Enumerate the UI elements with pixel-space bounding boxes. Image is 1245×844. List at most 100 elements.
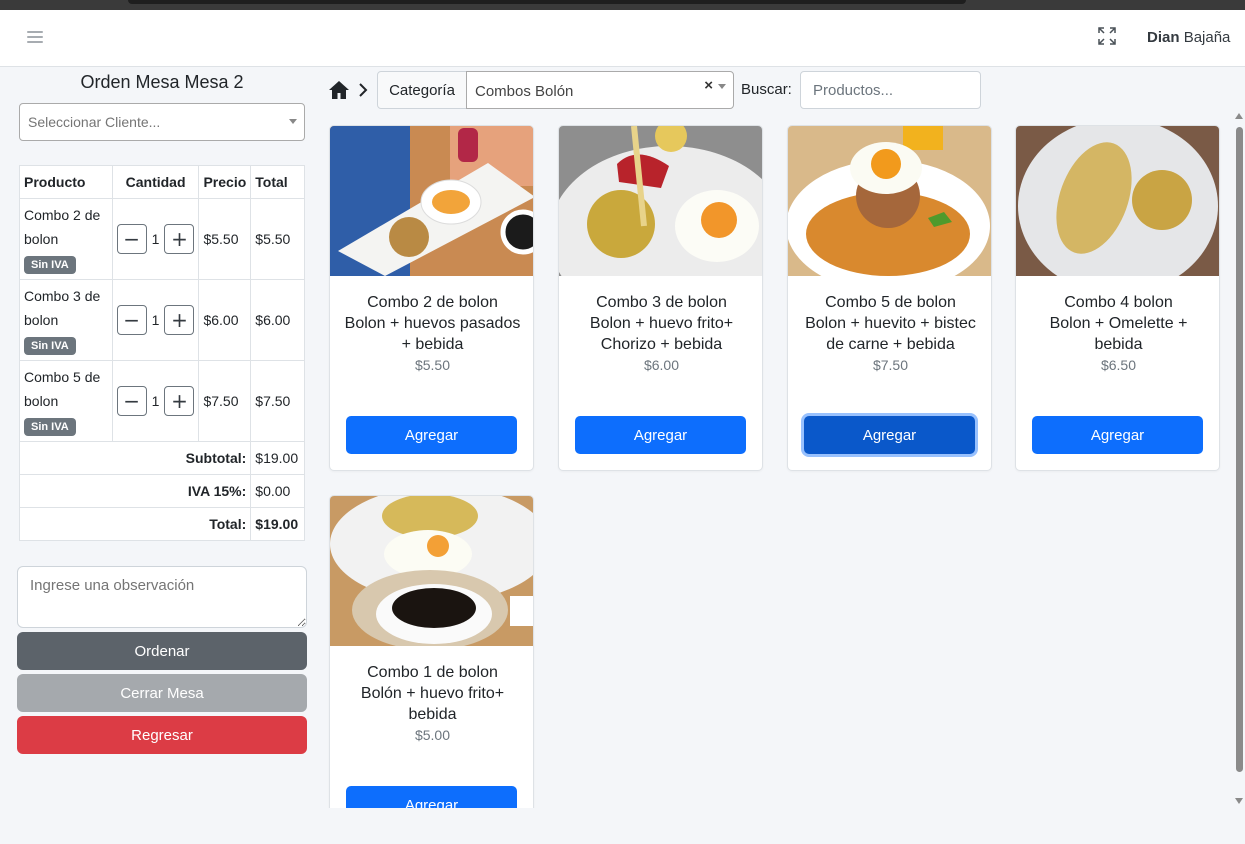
category-select[interactable]: Combos Bolón × bbox=[466, 71, 734, 109]
user-last-name: Bajaña bbox=[1183, 29, 1231, 46]
product-name: Combo 5 de bolon bbox=[825, 294, 956, 311]
product-name: Combo 3 de bolon bbox=[596, 294, 727, 311]
scroll-down-arrow-icon[interactable] bbox=[1235, 798, 1243, 804]
decrease-quantity-button[interactable]: − bbox=[116, 305, 147, 335]
client-select-placeholder: Seleccionar Cliente... bbox=[28, 114, 161, 130]
increase-quantity-button[interactable]: + bbox=[164, 224, 195, 254]
item-total: $7.50 bbox=[250, 360, 305, 442]
product-price: $7.50 bbox=[872, 357, 909, 373]
product-description: Bolon + huevito + bistec de carne + bebi… bbox=[805, 315, 976, 353]
search-label: Buscar: bbox=[741, 81, 792, 98]
add-product-button[interactable]: Agregar bbox=[346, 786, 517, 808]
col-header-producto: Producto bbox=[19, 165, 113, 199]
quantity-value: 1 bbox=[151, 393, 160, 409]
scrollbar-thumb[interactable] bbox=[1236, 127, 1243, 772]
hamburger-menu-icon[interactable] bbox=[27, 28, 43, 48]
item-price: $5.50 bbox=[198, 198, 252, 280]
product-card: Combo 4 bolon Bolon + Omelette + bebida … bbox=[1015, 125, 1220, 471]
item-total: $6.00 bbox=[250, 279, 305, 361]
item-price: $7.50 bbox=[198, 360, 252, 442]
col-header-total: Total bbox=[250, 165, 305, 199]
col-header-cantidad: Cantidad bbox=[111, 165, 200, 199]
add-product-button[interactable]: Agregar bbox=[346, 416, 517, 454]
item-total: $5.50 bbox=[250, 198, 305, 280]
client-select[interactable]: Seleccionar Cliente... bbox=[19, 103, 305, 141]
product-price: $6.50 bbox=[1100, 357, 1137, 373]
product-card: Combo 1 de bolon Bolón + huevo frito+ be… bbox=[329, 495, 534, 808]
product-card: Combo 5 de bolon Bolon + huevito + biste… bbox=[787, 125, 992, 471]
category-label: Categoría bbox=[377, 71, 467, 109]
product-info: Combo 4 bolon Bolon + Omelette + bebida … bbox=[1026, 292, 1211, 376]
product-name: Combo 2 de bolon bbox=[367, 294, 498, 311]
iva-row: IVA 15%: $0.00 bbox=[18, 474, 305, 508]
browser-chrome bbox=[0, 0, 1245, 10]
product-description: Bolon + huevo frito+ Chorizo + bebida bbox=[589, 315, 734, 353]
product-image bbox=[330, 496, 533, 646]
table-row: Combo 2 de bolon Sin IVA −1 + $5.50 $5.50 bbox=[19, 198, 305, 280]
product-price: $5.50 bbox=[414, 357, 451, 373]
product-card: Combo 3 de bolon Bolon + huevo frito+ Ch… bbox=[558, 125, 763, 471]
order-title: Orden Mesa Mesa 2 bbox=[80, 72, 244, 92]
observation-textarea[interactable] bbox=[17, 566, 307, 628]
table-row: Combo 5 de bolon Sin IVA −1 + $7.50 $7.50 bbox=[19, 360, 305, 442]
user-first-name: Dian bbox=[1147, 29, 1180, 46]
total-value: $19.00 bbox=[250, 507, 305, 541]
iva-value: $0.00 bbox=[250, 474, 305, 508]
product-description: Bolón + huevo frito+ bebida bbox=[360, 685, 505, 723]
col-header-precio: Precio bbox=[198, 165, 252, 199]
product-name: Combo 4 bolon bbox=[1064, 294, 1173, 311]
chevron-down-icon bbox=[718, 84, 726, 89]
quantity-value: 1 bbox=[151, 231, 160, 247]
order-item-name: Combo 2 de bolon bbox=[24, 207, 101, 247]
chevron-down-icon bbox=[289, 119, 297, 124]
product-card: Combo 2 de bolon Bolon + huevos pasados … bbox=[329, 125, 534, 471]
product-price: $6.00 bbox=[643, 357, 680, 373]
order-button[interactable]: Ordenar bbox=[17, 632, 307, 670]
fullscreen-icon[interactable] bbox=[1098, 27, 1116, 45]
close-table-button[interactable]: Cerrar Mesa bbox=[17, 674, 307, 712]
quantity-value: 1 bbox=[151, 312, 160, 328]
user-name[interactable]: Dian Bajaña bbox=[1147, 29, 1230, 46]
subtotal-value: $19.00 bbox=[250, 441, 305, 475]
order-item-name: Combo 5 de bolon bbox=[24, 369, 101, 409]
add-product-button[interactable]: Agregar bbox=[1032, 416, 1203, 454]
product-image bbox=[788, 126, 991, 276]
total-row: Total: $19.00 bbox=[18, 507, 305, 541]
search-input[interactable] bbox=[800, 71, 981, 109]
home-icon[interactable] bbox=[328, 80, 350, 100]
product-description: Bolon + huevos pasados + bebida bbox=[344, 315, 521, 353]
add-product-button[interactable]: Agregar bbox=[575, 416, 746, 454]
product-name: Combo 1 de bolon bbox=[367, 664, 498, 681]
clear-category-icon[interactable]: × bbox=[704, 77, 713, 94]
product-info: Combo 1 de bolon Bolón + huevo frito+ be… bbox=[340, 662, 525, 746]
tax-badge: Sin IVA bbox=[24, 256, 76, 274]
product-image bbox=[330, 126, 533, 276]
add-product-button[interactable]: Agregar bbox=[804, 416, 975, 454]
category-value: Combos Bolón bbox=[475, 83, 574, 100]
item-price: $6.00 bbox=[198, 279, 252, 361]
tax-badge: Sin IVA bbox=[24, 337, 76, 355]
product-info: Combo 2 de bolon Bolon + huevos pasados … bbox=[340, 292, 525, 376]
scroll-up-arrow-icon[interactable] bbox=[1235, 113, 1243, 119]
top-navbar: Dian Bajaña bbox=[0, 10, 1245, 67]
iva-label: IVA 15%: bbox=[18, 474, 252, 508]
product-image bbox=[559, 126, 762, 276]
subtotal-row: Subtotal: $19.00 bbox=[18, 441, 305, 475]
order-item-name: Combo 3 de bolon bbox=[24, 288, 101, 328]
increase-quantity-button[interactable]: + bbox=[164, 305, 195, 335]
product-image bbox=[1016, 126, 1219, 276]
decrease-quantity-button[interactable]: − bbox=[116, 224, 147, 254]
product-grid: Combo 2 de bolon Bolon + huevos pasados … bbox=[320, 113, 1232, 808]
browser-tab-strip bbox=[128, 0, 966, 4]
vertical-scrollbar[interactable] bbox=[1233, 113, 1245, 808]
tax-badge: Sin IVA bbox=[24, 418, 76, 436]
table-row: Combo 3 de bolon Sin IVA −1 + $6.00 $6.00 bbox=[19, 279, 305, 361]
back-button[interactable]: Regresar bbox=[17, 716, 307, 754]
chevron-right-icon bbox=[359, 83, 368, 97]
decrease-quantity-button[interactable]: − bbox=[116, 386, 147, 416]
product-info: Combo 5 de bolon Bolon + huevito + biste… bbox=[798, 292, 983, 376]
increase-quantity-button[interactable]: + bbox=[164, 386, 195, 416]
order-table: Producto Cantidad Precio Total Combo 2 d… bbox=[18, 165, 305, 541]
product-description: Bolon + Omelette + bebida bbox=[1049, 315, 1188, 353]
total-label: Total: bbox=[18, 507, 252, 541]
